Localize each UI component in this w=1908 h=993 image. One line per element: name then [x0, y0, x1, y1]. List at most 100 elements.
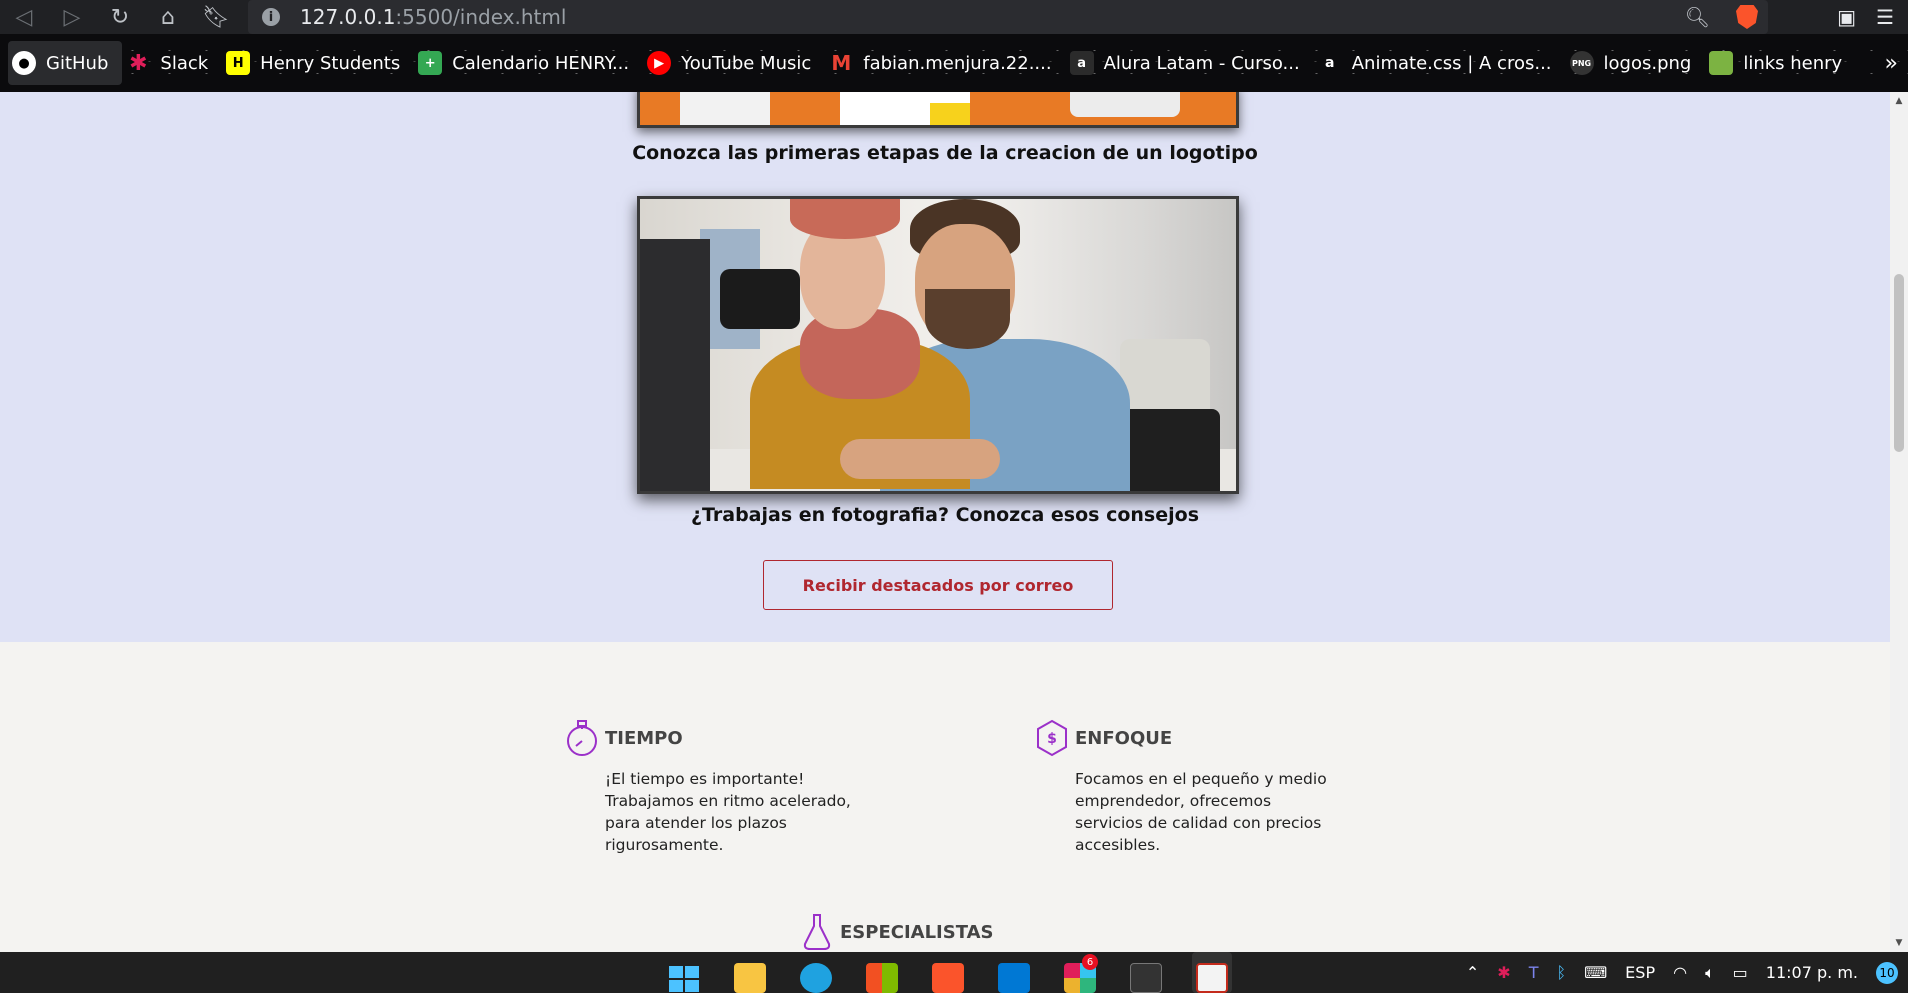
taskbar-terminal[interactable]	[1126, 952, 1166, 993]
start-button[interactable]	[664, 952, 704, 993]
bookmark-animate-css[interactable]: a Animate.css | A cros...	[1314, 41, 1566, 85]
blog-section: Conozca las primeras etapas de la creaci…	[0, 92, 1890, 642]
taskbar-store[interactable]	[862, 952, 902, 993]
scroll-thumb[interactable]	[1894, 274, 1904, 452]
bookmark-slack[interactable]: ✱ Slack	[122, 41, 222, 85]
feature-tiempo: TIEMPO ¡El tiempo es importante! Trabaja…	[565, 718, 865, 856]
notification-badge: 6	[1082, 954, 1098, 970]
calendar-icon: +	[418, 51, 443, 75]
wallet-icon[interactable]: ▣	[1837, 5, 1856, 29]
feature-text: ¡El tiempo es importante! Trabajamos en …	[605, 770, 851, 854]
language-indicator[interactable]: ESP	[1625, 963, 1655, 982]
brave-icon	[932, 963, 964, 993]
bookmark-label: Animate.css | A cros...	[1351, 52, 1552, 74]
bookmark-label: GitHub	[46, 52, 109, 74]
home-icon[interactable]: ⌂	[144, 0, 192, 34]
battery-icon[interactable]: ▭	[1733, 963, 1748, 982]
taskbar-snipping-tool[interactable]	[1192, 952, 1232, 993]
bookmark-label: logos.png	[1603, 52, 1692, 74]
taskbar-brave[interactable]	[928, 952, 968, 993]
reload-icon[interactable]: ↻	[96, 0, 144, 34]
windows-taskbar: 6 ⌃ ✱ T ᛒ ⌨ ESP ◠ 🔈︎ ▭ 11:07 p. m. 10	[0, 952, 1908, 993]
article-caption-logo[interactable]: Conozca las primeras etapas de la creaci…	[0, 142, 1890, 164]
bookmark-henry-students[interactable]: H Henry Students	[222, 41, 414, 85]
bookmark-calendario[interactable]: + Calendario HENRY...	[414, 41, 643, 85]
taskbar-vscode[interactable]	[994, 952, 1034, 993]
notification-count-badge[interactable]: 10	[1876, 961, 1898, 984]
bookmark-label: YouTube Music	[681, 52, 812, 74]
feature-text: Focamos en el pequeño y medio emprendedo…	[1075, 770, 1327, 854]
back-icon[interactable]: ◁	[0, 0, 48, 34]
browser-toolbar: ◁ ▷ ↻ ⌂ 🔖︎ i 127.0.0.1:5500/index.html 🔍…	[0, 0, 1908, 34]
feature-especialistas: ESPECIALISTAS	[800, 912, 1100, 952]
slack-tray-icon[interactable]: ✱	[1497, 963, 1510, 982]
clock[interactable]: 11:07 p. m.	[1766, 963, 1858, 982]
chevron-up-icon[interactable]: ⌃	[1466, 963, 1479, 982]
bookmark-alura[interactable]: a Alura Latam - Curso...	[1066, 41, 1314, 85]
feature-enfoque: $ ENFOQUE Focamos en el pequeño y medio …	[1035, 718, 1335, 856]
bookmark-icon[interactable]: 🔖︎	[192, 0, 240, 34]
menu-icon[interactable]: ☰	[1876, 5, 1894, 29]
bookmark-label: fabian.menjura.22....	[863, 52, 1052, 74]
bookmark-label: Calendario HENRY...	[452, 52, 630, 74]
scroll-up-icon[interactable]: ▲	[1890, 96, 1908, 106]
bookmark-links-henry[interactable]: links henry	[1705, 41, 1856, 85]
dollar-hexagon-icon: $	[1035, 718, 1069, 758]
bookmark-github[interactable]: ● GitHub	[8, 41, 123, 85]
brave-shields-icon[interactable]	[1736, 5, 1758, 29]
feature-title: TIEMPO	[605, 727, 683, 749]
windows-logo-icon	[669, 966, 699, 992]
animate-icon: a	[1324, 55, 1335, 71]
bookmark-label: Henry Students	[260, 52, 401, 74]
feature-title: ENFOQUE	[1075, 727, 1173, 749]
site-info-icon[interactable]: i	[262, 8, 280, 26]
folder-icon	[734, 963, 766, 993]
terminal-icon	[1130, 963, 1162, 993]
zoom-icon[interactable]: 🔍︎	[1685, 5, 1710, 29]
gmail-icon: M	[831, 51, 852, 75]
page-viewport: Conozca las primeras etapas de la creaci…	[0, 92, 1890, 952]
article-caption-photography[interactable]: ¿Trabajas en fotografia? Conozca esos co…	[0, 504, 1890, 526]
png-icon: PNG	[1569, 51, 1594, 75]
store-icon	[866, 963, 898, 993]
bookmark-label: Slack	[160, 52, 209, 74]
subscribe-email-button[interactable]: Recibir destacados por correo	[763, 560, 1113, 610]
sheet-icon	[1709, 51, 1734, 75]
slack-icon: ✱	[129, 50, 148, 76]
bluetooth-icon[interactable]: ᛒ	[1556, 963, 1566, 982]
keyboard-icon[interactable]: ⌨	[1584, 963, 1607, 982]
scroll-down-icon[interactable]: ▼	[1890, 938, 1908, 948]
wifi-icon[interactable]: ◠	[1673, 963, 1687, 982]
bookmark-youtube-music[interactable]: ▶ YouTube Music	[643, 41, 825, 85]
flask-icon	[800, 912, 834, 952]
vscode-icon	[998, 963, 1030, 993]
logo-article-image[interactable]	[637, 92, 1239, 128]
bookmarks-bar: ● GitHub ✱ Slack H Henry Students + Cale…	[0, 34, 1908, 92]
more-bookmarks-icon[interactable]: »	[1885, 34, 1898, 92]
github-icon: ●	[12, 51, 36, 75]
edge-icon	[800, 963, 832, 993]
henry-icon: H	[226, 51, 251, 75]
url-host: 127.0.0.1	[300, 5, 396, 29]
url-path: :5500/index.html	[395, 5, 567, 29]
system-tray: ⌃ ✱ T ᛒ ⌨ ESP ◠ 🔈︎ ▭ 11:07 p. m. 10	[1466, 952, 1908, 993]
teams-icon[interactable]: T	[1529, 963, 1539, 982]
page-scrollbar[interactable]: ▲ ▼	[1890, 92, 1908, 952]
svg-text:$: $	[1047, 731, 1057, 747]
volume-icon[interactable]: 🔈︎	[1705, 963, 1715, 983]
bookmark-logos-png[interactable]: PNG logos.png	[1566, 41, 1706, 85]
alura-icon: a	[1069, 51, 1094, 75]
bookmark-label: links henry	[1743, 52, 1843, 74]
stopwatch-icon	[565, 718, 599, 758]
youtube-music-icon: ▶	[647, 51, 672, 75]
taskbar-slack[interactable]: 6	[1060, 952, 1100, 993]
bookmark-gmail[interactable]: M fabian.menjura.22....	[825, 41, 1065, 85]
snipping-tool-icon	[1196, 963, 1228, 993]
taskbar-file-explorer[interactable]	[730, 952, 770, 993]
forward-icon[interactable]: ▷	[48, 0, 96, 34]
address-bar[interactable]: i 127.0.0.1:5500/index.html 🔍︎	[248, 0, 1768, 34]
photography-article-image[interactable]	[637, 196, 1239, 494]
bookmark-label: Alura Latam - Curso...	[1103, 52, 1300, 74]
taskbar-edge[interactable]	[796, 952, 836, 993]
feature-title: ESPECIALISTAS	[840, 921, 994, 943]
